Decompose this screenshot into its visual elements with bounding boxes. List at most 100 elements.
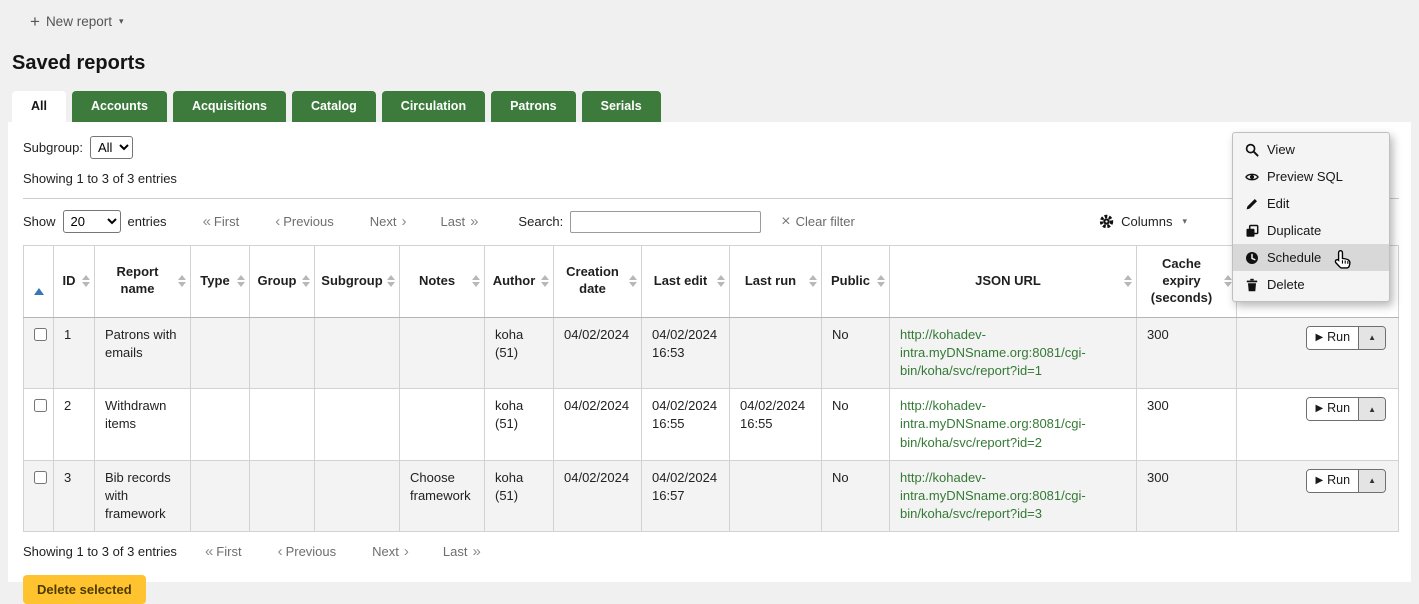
column-header-json-url[interactable]: JSON URL [890,246,1137,318]
cell-notes: Choose framework [400,460,485,532]
entries-summary-bottom: Showing 1 to 3 of 3 entries [23,544,177,559]
json-url-link[interactable]: http://kohadev-intra.myDNSname.org:8081/… [900,470,1086,521]
menu-item-schedule[interactable]: Schedule [1233,244,1389,271]
cell-public: No [822,317,890,389]
column-header-cache-expiry[interactable]: Cache expiry (seconds) [1137,246,1237,318]
page-size-select[interactable]: 20 [63,210,121,233]
column-header-last-edit[interactable]: Last edit [642,246,730,318]
cell-type [191,389,250,461]
run-dropdown-toggle[interactable]: ▲ [1358,470,1385,492]
menu-item-duplicate[interactable]: Duplicate [1233,217,1389,244]
tab-patrons[interactable]: Patrons [491,91,576,122]
columns-button[interactable]: Columns ▾ [1099,214,1187,229]
chevron-right-icon: › [402,214,405,229]
chevron-down-icon: ▾ [1182,216,1187,227]
sort-icon [717,275,725,287]
run-split-button: ▶Run▲ [1306,469,1386,493]
new-report-button[interactable]: + New report ▾ [30,13,124,30]
sort-icon [877,275,885,287]
double-chevron-right-icon: » [470,214,476,229]
cell-last-run [730,317,822,389]
cell-cache-expiry: 300 [1137,460,1237,532]
menu-item-view[interactable]: View [1233,136,1389,163]
column-header-public[interactable]: Public [822,246,890,318]
pencil-icon [1245,197,1259,211]
play-icon: ▶ [1315,331,1323,345]
entries-summary-top: Showing 1 to 3 of 3 entries [23,171,1399,186]
sorted-ascending-icon [34,273,44,295]
cell-cache-expiry: 300 [1137,389,1237,461]
column-header-report-name[interactable]: Report name [95,246,191,318]
top-toolbar: + New report ▾ [0,0,1419,42]
previous-page-link[interactable]: ‹Previous [278,544,337,559]
menu-item-edit[interactable]: Edit [1233,190,1389,217]
tab-catalog[interactable]: Catalog [292,91,376,122]
delete-selected-button[interactable]: Delete selected [23,575,146,604]
json-url-link[interactable]: http://kohadev-intra.myDNSname.org:8081/… [900,398,1086,449]
cell-id: 1 [54,317,95,389]
column-header-id[interactable]: ID [54,246,95,318]
previous-page-link[interactable]: ‹Previous [275,214,334,229]
run-split-button: ▶Run▲ [1306,326,1386,350]
last-page-link[interactable]: Last» [441,214,477,229]
cell-id: 3 [54,460,95,532]
duplicate-icon [1245,224,1259,238]
run-button[interactable]: ▶Run [1307,327,1358,349]
run-dropdown-toggle[interactable]: ▲ [1358,398,1385,420]
search-input[interactable] [570,211,761,233]
table-row: 3 Bib records with framework Choose fram… [24,460,1399,532]
cell-last-run: 04/02/2024 16:55 [730,389,822,461]
menu-item-delete[interactable]: Delete [1233,271,1389,298]
tab-accounts[interactable]: Accounts [72,91,167,122]
tab-circulation[interactable]: Circulation [382,91,485,122]
row-checkbox[interactable] [34,471,47,484]
new-report-label: New report [46,14,112,29]
run-dropdown-toggle[interactable]: ▲ [1358,327,1385,349]
sort-icon [178,275,186,287]
json-url-link[interactable]: http://kohadev-intra.myDNSname.org:8081/… [900,327,1086,378]
first-page-link[interactable]: «First [203,214,240,229]
tab-serials[interactable]: Serials [582,91,661,122]
subgroup-label: Subgroup: [23,140,83,155]
menu-item-preview-sql[interactable]: Preview SQL [1233,163,1389,190]
column-header-author[interactable]: Author [485,246,554,318]
next-page-link[interactable]: Next› [370,214,405,229]
last-page-link[interactable]: Last» [443,544,479,559]
pagination-top: «First ‹Previous Next› Last» [203,214,477,229]
first-page-link[interactable]: «First [205,544,242,559]
sort-icon [1124,275,1132,287]
row-checkbox[interactable] [34,328,47,341]
select-column-header[interactable] [24,246,54,318]
column-header-group[interactable]: Group [250,246,315,318]
cell-subgroup [315,317,400,389]
run-button[interactable]: ▶Run [1307,398,1358,420]
column-header-creation-date[interactable]: Creation date [554,246,642,318]
cell-last-edit: 04/02/2024 16:53 [642,317,730,389]
cell-report-name: Patrons with emails [95,317,191,389]
row-checkbox[interactable] [34,399,47,412]
show-label: Show [23,214,56,229]
cell-group [250,460,315,532]
column-header-type[interactable]: Type [191,246,250,318]
double-chevron-left-icon: « [203,214,209,229]
column-header-subgroup[interactable]: Subgroup [315,246,400,318]
cell-creation-date: 04/02/2024 [554,389,642,461]
clear-filter-button[interactable]: × Clear filter [781,214,855,230]
cell-author: koha (51) [485,460,554,532]
table-controls-bar: Show 20 entries «First ‹Previous Next› L… [23,198,1399,243]
chevron-down-icon: ▾ [119,16,124,27]
subgroup-select[interactable]: All [90,136,133,159]
cell-subgroup [315,460,400,532]
cell-group [250,317,315,389]
tab-acquisitions[interactable]: Acquisitions [173,91,286,122]
chevron-left-icon: ‹ [278,544,281,559]
column-header-notes[interactable]: Notes [400,246,485,318]
next-page-link[interactable]: Next› [372,544,407,559]
sort-icon [472,275,480,287]
sort-icon [82,275,90,287]
play-icon: ▶ [1315,402,1323,416]
tab-all[interactable]: All [12,91,66,122]
column-header-last-run[interactable]: Last run [730,246,822,318]
cell-creation-date: 04/02/2024 [554,317,642,389]
run-button[interactable]: ▶Run [1307,470,1358,492]
